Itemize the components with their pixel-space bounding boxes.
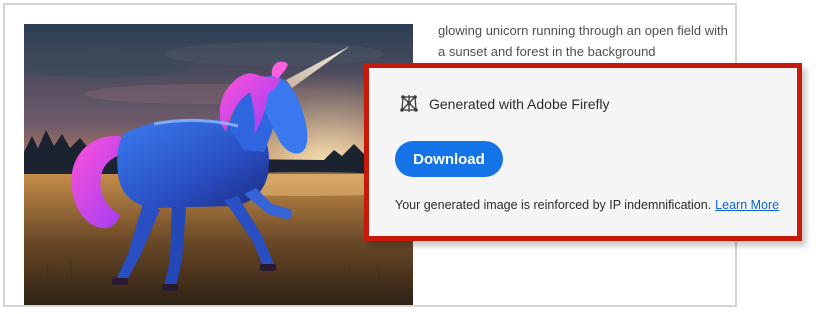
ip-indemnification-text: Your generated image is reinforced by IP… bbox=[395, 198, 779, 212]
learn-more-link[interactable]: Learn More bbox=[715, 198, 779, 212]
firefly-icon bbox=[400, 95, 418, 112]
card-header: Generated with Adobe Firefly bbox=[399, 94, 610, 114]
card-title: Generated with Adobe Firefly bbox=[429, 96, 610, 112]
ip-text: Your generated image is reinforced by IP… bbox=[395, 198, 712, 212]
download-button[interactable]: Download bbox=[395, 141, 503, 177]
generated-image[interactable] bbox=[24, 24, 413, 305]
unicorn-image bbox=[24, 24, 413, 305]
prompt-text: glowing unicorn running through an open … bbox=[438, 23, 728, 59]
firefly-info-card: Generated with Adobe Firefly Download Yo… bbox=[364, 63, 802, 241]
